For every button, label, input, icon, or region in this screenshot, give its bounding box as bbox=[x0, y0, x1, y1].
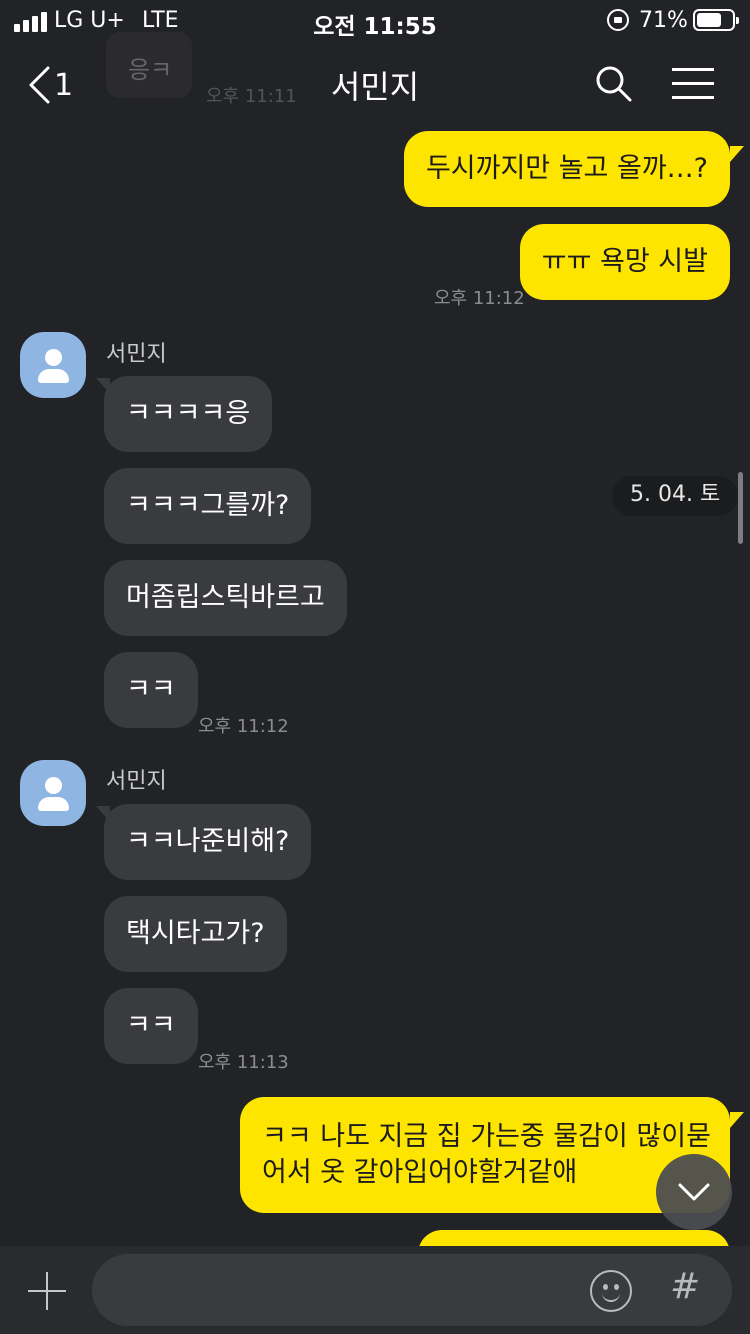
message-input[interactable] bbox=[92, 1254, 732, 1326]
message-time: 오후 11:12 bbox=[198, 716, 289, 737]
my-message-bubble[interactable]: ㅠㅠ 욕망 시발 bbox=[519, 224, 730, 300]
their-message-bubble[interactable]: ㅋㅋㅋ그를까? bbox=[104, 468, 312, 544]
battery-icon bbox=[693, 9, 739, 31]
sender-name: 서민지 bbox=[106, 342, 167, 367]
avatar[interactable] bbox=[20, 760, 86, 826]
their-message-bubble[interactable]: ㅋㅋㅋㅋ응 bbox=[104, 376, 273, 452]
search-icon[interactable] bbox=[594, 64, 634, 104]
their-message-bubble[interactable]: ㅋㅋ bbox=[104, 988, 198, 1064]
message-text: ㅋㅋ bbox=[126, 1010, 176, 1041]
chevron-down-icon bbox=[678, 1183, 710, 1201]
my-message-bubble[interactable]: 두시까지만 놀고 올까…? bbox=[403, 131, 730, 207]
hash-icon[interactable]: # bbox=[670, 1266, 700, 1307]
bubble-tail bbox=[730, 1112, 744, 1128]
message-text-line: 어서 옷 갈아입어야할거같애 bbox=[262, 1157, 578, 1188]
person-icon bbox=[45, 349, 62, 366]
battery-percent: 71% bbox=[639, 8, 688, 33]
bubble-tail bbox=[730, 146, 744, 162]
message-text: 택시타고가? bbox=[126, 918, 265, 949]
their-message-bubble[interactable]: ㅋㅋ bbox=[104, 652, 198, 728]
chat-title: 서민지 bbox=[330, 68, 420, 106]
plus-icon[interactable] bbox=[28, 1272, 66, 1310]
message-time: 오후 11:13 bbox=[198, 1052, 289, 1073]
message-text: ㅋㅋㅋㅋ응 bbox=[126, 398, 251, 429]
emoji-icon[interactable] bbox=[590, 1270, 632, 1312]
menu-icon[interactable] bbox=[672, 68, 714, 100]
message-text: ㅋㅋㅋ그를까? bbox=[126, 490, 290, 521]
person-icon bbox=[45, 777, 62, 794]
chat-header: 응ㅋ 오후 11:11 1 서민지 bbox=[0, 32, 750, 128]
message-text: 머좀립스틱바르고 bbox=[126, 582, 325, 613]
message-time: 오후 11:12 bbox=[434, 288, 525, 309]
their-message-bubble[interactable]: 머좀립스틱바르고 bbox=[104, 560, 347, 636]
message-text: ㅋㅋ bbox=[126, 674, 176, 705]
lock-rotation-icon bbox=[607, 9, 629, 31]
scrollbar[interactable] bbox=[738, 472, 743, 544]
their-message-bubble[interactable]: ㅋㅋ나준비해? bbox=[104, 804, 312, 880]
message-text: ㅋㅋ나준비해? bbox=[126, 826, 290, 857]
message-text: 두시까지만 놀고 올까…? bbox=[425, 153, 708, 184]
scroll-to-bottom-button[interactable] bbox=[656, 1154, 732, 1230]
input-bar: # bbox=[0, 1246, 750, 1334]
message-text-line: ㅋㅋ 나도 지금 집 가는중 물감이 많이묻 bbox=[262, 1121, 711, 1152]
message-text: ㅠㅠ 욕망 시발 bbox=[541, 246, 708, 277]
date-badge: 5. 04. 토 bbox=[612, 476, 739, 516]
sender-name: 서민지 bbox=[106, 769, 167, 794]
avatar[interactable] bbox=[20, 332, 86, 398]
their-message-bubble[interactable]: 택시타고가? bbox=[104, 896, 287, 972]
